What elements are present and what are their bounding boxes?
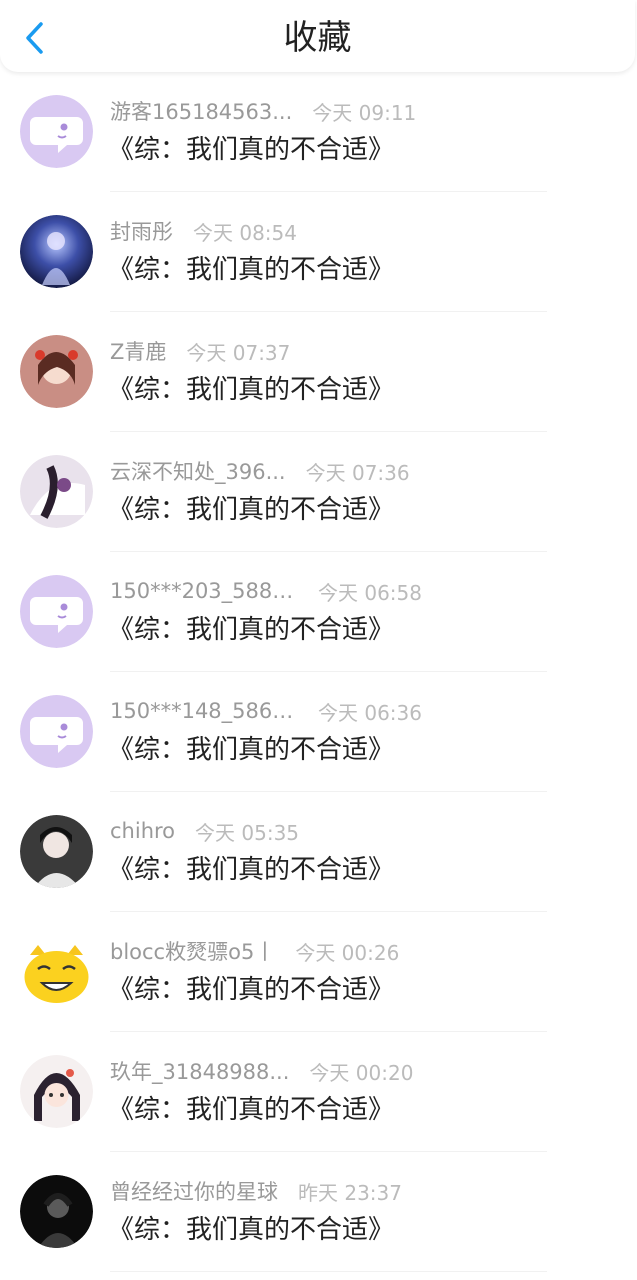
avatar[interactable] bbox=[20, 695, 93, 768]
timestamp: 今天 06:58 bbox=[318, 580, 422, 605]
book-title: 《综：我们真的不合适》 bbox=[108, 975, 395, 1005]
username: 封雨彤 bbox=[110, 220, 173, 244]
username: 游客165184563... bbox=[110, 100, 293, 124]
avatar[interactable] bbox=[20, 335, 93, 408]
avatar[interactable] bbox=[20, 95, 93, 168]
book-title: 《综：我们真的不合适》 bbox=[108, 1215, 395, 1245]
book-title: 《综：我们真的不合适》 bbox=[108, 495, 395, 525]
book-title: 《综：我们真的不合适》 bbox=[108, 615, 395, 645]
page-title: 收藏 bbox=[283, 18, 352, 58]
book-title: 《综：我们真的不合适》 bbox=[108, 255, 395, 285]
username: 150***203_5887... bbox=[110, 579, 298, 603]
avatar[interactable] bbox=[20, 815, 93, 888]
list-item[interactable]: 150***203_5887... 今天 06:58 《综：我们真的不合适》 bbox=[0, 552, 637, 672]
username: 云深不知处_396... bbox=[110, 460, 286, 484]
username: chihro bbox=[110, 819, 176, 843]
username: 150***148_5861... bbox=[110, 699, 298, 723]
avatar[interactable] bbox=[20, 575, 93, 648]
timestamp: 今天 05:35 bbox=[195, 820, 300, 845]
list-item[interactable]: blocc敉燹骠o5丨 今天 00:26 《综：我们真的不合适》 bbox=[0, 912, 637, 1032]
avatar[interactable] bbox=[20, 1175, 93, 1248]
timestamp: 今天 00:26 bbox=[295, 940, 400, 965]
timestamp: 今天 07:36 bbox=[305, 460, 410, 485]
avatar[interactable] bbox=[20, 935, 93, 1008]
book-title: 《综：我们真的不合适》 bbox=[108, 735, 395, 765]
timestamp: 今天 00:20 bbox=[309, 1060, 414, 1085]
book-title: 《综：我们真的不合适》 bbox=[108, 135, 395, 165]
timestamp: 昨天 23:37 bbox=[298, 1180, 402, 1205]
timestamp: 今天 08:54 bbox=[193, 220, 297, 245]
book-title: 《综：我们真的不合适》 bbox=[108, 855, 395, 885]
username: 曾经经过你的星球 bbox=[110, 1180, 278, 1204]
list-item[interactable]: 150***148_5861... 今天 06:36 《综：我们真的不合适》 bbox=[0, 672, 637, 792]
favorites-list: 游客165184563... 今天 09:11 《综：我们真的不合适》 封雨彤 … bbox=[0, 72, 637, 1272]
username: 玖年_31848988... bbox=[110, 1060, 290, 1084]
top-bar: 收藏 bbox=[0, 0, 635, 72]
timestamp: 今天 07:37 bbox=[186, 340, 291, 365]
list-item[interactable]: 玖年_31848988... 今天 00:20 《综：我们真的不合适》 bbox=[0, 1032, 637, 1152]
list-item[interactable]: chihro 今天 05:35 《综：我们真的不合适》 bbox=[0, 792, 637, 912]
timestamp: 今天 06:36 bbox=[318, 700, 422, 725]
avatar[interactable] bbox=[20, 455, 93, 528]
list-item[interactable]: 云深不知处_396... 今天 07:36 《综：我们真的不合适》 bbox=[0, 432, 637, 552]
list-item[interactable]: 曾经经过你的星球 昨天 23:37 《综：我们真的不合适》 bbox=[0, 1152, 637, 1272]
timestamp: 今天 09:11 bbox=[312, 100, 417, 125]
list-item[interactable]: Z青鹿 今天 07:37 《综：我们真的不合适》 bbox=[0, 312, 637, 432]
list-item[interactable]: 封雨彤 今天 08:54 《综：我们真的不合适》 bbox=[0, 192, 637, 312]
avatar[interactable] bbox=[20, 1055, 93, 1128]
list-item[interactable]: 游客165184563... 今天 09:11 《综：我们真的不合适》 bbox=[0, 72, 637, 192]
avatar[interactable] bbox=[20, 215, 93, 288]
username: blocc敉燹骠o5丨 bbox=[110, 940, 276, 964]
book-title: 《综：我们真的不合适》 bbox=[108, 375, 395, 405]
book-title: 《综：我们真的不合适》 bbox=[108, 1095, 395, 1125]
username: Z青鹿 bbox=[110, 340, 167, 364]
